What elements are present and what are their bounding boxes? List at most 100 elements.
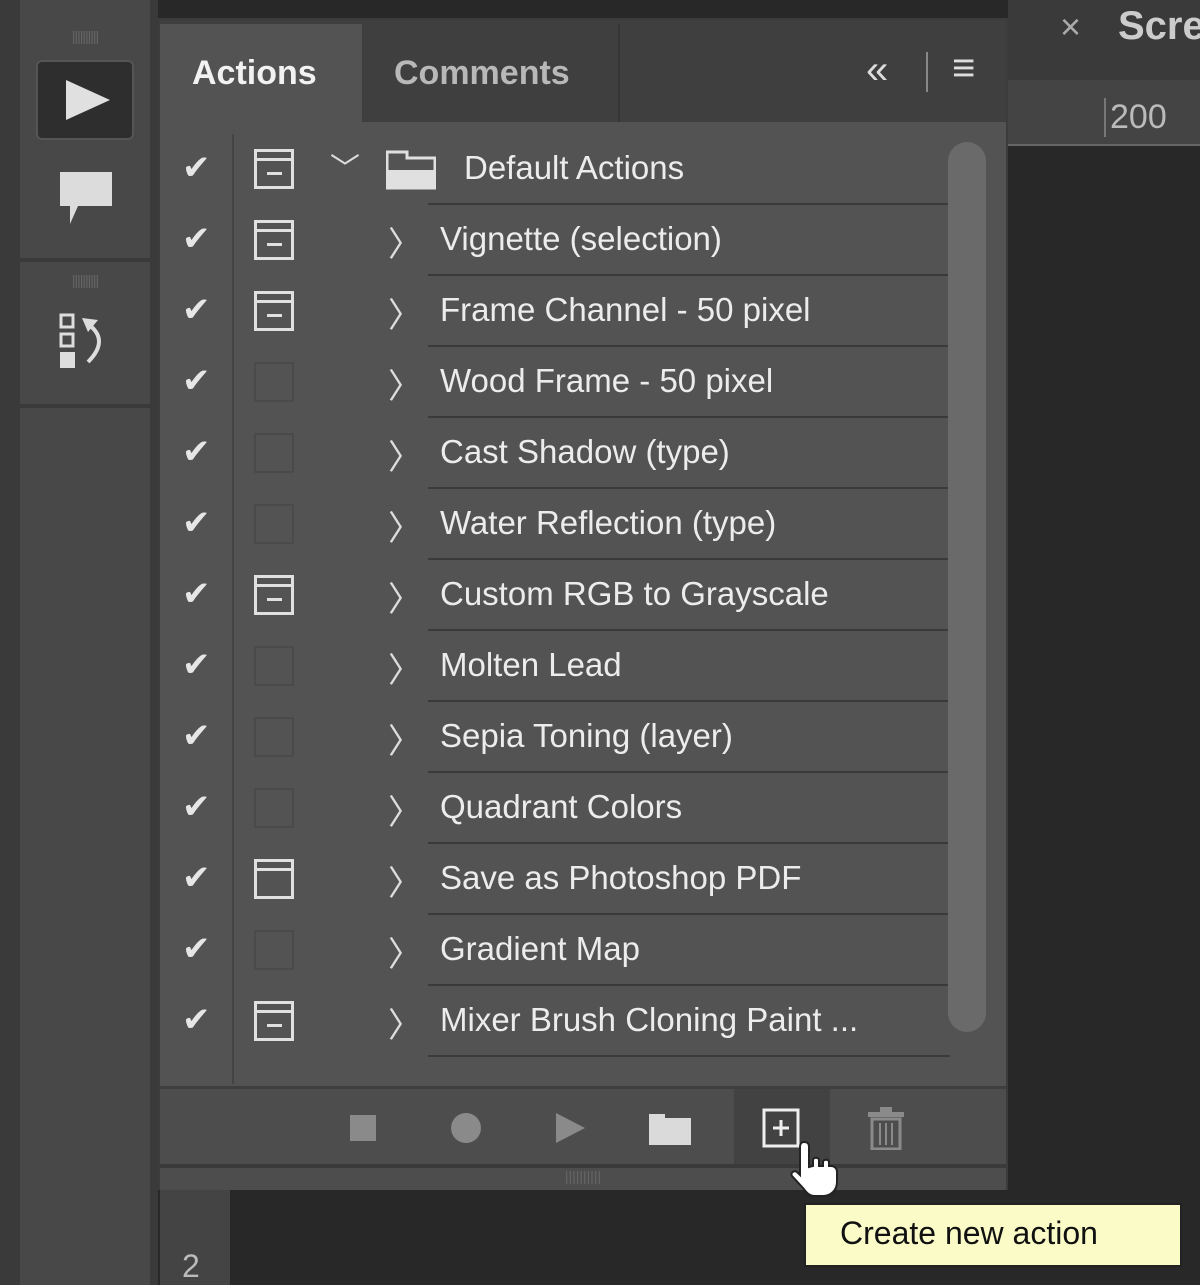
action-label: Quadrant Colors: [440, 788, 683, 825]
action-label: Save as Photoshop PDF: [440, 859, 802, 896]
chevron-right-icon[interactable]: 〉: [388, 501, 422, 550]
ruler-label: 200: [1104, 98, 1167, 137]
trash-icon: [868, 1107, 904, 1150]
grip-handle-icon[interactable]: ||||||||||: [20, 272, 150, 288]
toggle-checkmark-icon[interactable]: ✔: [182, 148, 211, 188]
history-icon[interactable]: [58, 310, 118, 376]
panel-menu-icon[interactable]: ≡: [952, 46, 975, 91]
hand-cursor-icon: [790, 1140, 838, 1197]
panel-tab-bar: Actions Comments « ≡: [160, 20, 1006, 122]
vertical-ruler: 2: [160, 1190, 230, 1285]
action-row[interactable]: ✔ 〉 Gradient Map: [160, 915, 950, 986]
dialog-toggle-icon[interactable]: [254, 433, 294, 473]
action-row[interactable]: ✔ 〉 Mixer Brush Cloning Paint ...: [160, 986, 950, 1057]
action-label: Wood Frame - 50 pixel: [440, 362, 774, 399]
action-label: Sepia Toning (layer): [440, 717, 733, 754]
folder-icon: [649, 1114, 691, 1145]
action-set-row[interactable]: ✔ ﹀ Default Actions: [160, 134, 950, 205]
dialog-toggle-icon[interactable]: [254, 788, 294, 828]
comment-icon[interactable]: [56, 168, 116, 228]
action-label: Custom RGB to Grayscale: [440, 575, 829, 612]
action-row[interactable]: ✔ 〉 Save as Photoshop PDF: [160, 844, 950, 915]
toggle-checkmark-icon[interactable]: ✔: [182, 361, 211, 401]
chevron-right-icon[interactable]: 〉: [388, 359, 422, 408]
toggle-checkmark-icon[interactable]: ✔: [182, 432, 211, 472]
toggle-checkmark-icon[interactable]: ✔: [182, 219, 211, 259]
dialog-toggle-icon[interactable]: [254, 149, 294, 189]
dialog-toggle-icon[interactable]: [254, 717, 294, 757]
action-label: Frame Channel - 50 pixel: [440, 291, 811, 328]
chevron-right-icon[interactable]: 〉: [388, 217, 422, 266]
action-row[interactable]: ✔ 〉 Quadrant Colors: [160, 773, 950, 844]
action-set-label: Default Actions: [464, 149, 685, 186]
chevron-right-icon[interactable]: 〉: [388, 714, 422, 763]
chevron-right-icon[interactable]: 〉: [388, 998, 422, 1047]
collapse-panel-icon[interactable]: «: [866, 48, 888, 93]
document-tab-bar: × Scre: [1008, 0, 1200, 80]
dialog-toggle-icon[interactable]: [254, 362, 294, 402]
action-label: Vignette (selection): [440, 220, 722, 257]
toggle-checkmark-icon[interactable]: ✔: [182, 1000, 211, 1040]
action-row[interactable]: ✔ 〉 Custom RGB to Grayscale: [160, 560, 950, 631]
play-icon: [66, 80, 110, 120]
chevron-right-icon[interactable]: 〉: [388, 785, 422, 834]
action-row[interactable]: ✔ 〉 Water Reflection (type): [160, 489, 950, 560]
tab-actions[interactable]: Actions: [160, 24, 362, 122]
toggle-checkmark-icon[interactable]: ✔: [182, 787, 211, 827]
delete-button[interactable]: [838, 1089, 934, 1167]
create-new-set-button[interactable]: [622, 1089, 718, 1167]
toggle-checkmark-icon[interactable]: ✔: [182, 716, 211, 756]
play-icon: [556, 1113, 585, 1143]
toggle-checkmark-icon[interactable]: ✔: [182, 929, 211, 969]
horizontal-ruler: 200: [1008, 80, 1200, 146]
dialog-toggle-icon[interactable]: [254, 575, 294, 615]
dialog-toggle-icon[interactable]: [254, 291, 294, 331]
play-selection-button[interactable]: [522, 1089, 618, 1167]
dialog-toggle-icon[interactable]: [254, 859, 294, 899]
toggle-checkmark-icon[interactable]: ✔: [182, 858, 211, 898]
toggle-checkmark-icon[interactable]: ✔: [182, 503, 211, 543]
chevron-right-icon[interactable]: 〉: [388, 430, 422, 479]
folder-icon: [386, 150, 436, 190]
document-tab-title[interactable]: Scre: [1118, 4, 1200, 49]
divider: [20, 404, 150, 408]
chevron-right-icon[interactable]: 〉: [388, 643, 422, 692]
stop-button[interactable]: [315, 1089, 411, 1167]
action-row[interactable]: ✔ 〉 Cast Shadow (type): [160, 418, 950, 489]
chevron-right-icon[interactable]: 〉: [388, 927, 422, 976]
close-tab-icon[interactable]: ×: [1060, 6, 1081, 48]
ruler-label: 2: [182, 1248, 200, 1284]
chevron-down-icon[interactable]: ﹀: [330, 144, 360, 188]
action-row[interactable]: ✔ 〉 Molten Lead: [160, 631, 950, 702]
chevron-right-icon[interactable]: 〉: [388, 288, 422, 337]
action-row[interactable]: ✔ 〉 Frame Channel - 50 pixel: [160, 276, 950, 347]
action-row[interactable]: ✔ 〉 Vignette (selection): [160, 205, 950, 276]
dialog-toggle-icon[interactable]: [254, 646, 294, 686]
dialog-toggle-icon[interactable]: [254, 930, 294, 970]
panel-dock: |||||||||| ||||||||||: [20, 0, 150, 1285]
toggle-checkmark-icon[interactable]: ✔: [182, 645, 211, 685]
actions-list: ✔ ﹀ Default Actions ✔ 〉 Vignette (selectio…: [160, 134, 1006, 1084]
panel-toolbar: [160, 1086, 1006, 1167]
grip-handle-icon[interactable]: ||||||||||: [20, 28, 150, 44]
scrollbar-thumb[interactable]: [948, 142, 986, 1032]
dialog-toggle-icon[interactable]: [254, 220, 294, 260]
action-label: Molten Lead: [440, 646, 622, 683]
action-row[interactable]: ✔ 〉 Sepia Toning (layer): [160, 702, 950, 773]
actions-panel-button[interactable]: [36, 60, 134, 140]
tab-comments[interactable]: Comments: [362, 24, 620, 122]
toggle-checkmark-icon[interactable]: ✔: [182, 290, 211, 330]
resize-grip[interactable]: ||||||||||: [160, 1164, 1006, 1190]
dialog-toggle-icon[interactable]: [254, 504, 294, 544]
chevron-right-icon[interactable]: 〉: [388, 856, 422, 905]
action-label: Gradient Map: [440, 930, 640, 967]
action-row[interactable]: ✔ 〉 Wood Frame - 50 pixel: [160, 347, 950, 418]
chevron-right-icon[interactable]: 〉: [388, 572, 422, 621]
toggle-checkmark-icon[interactable]: ✔: [182, 574, 211, 614]
actions-panel: Actions Comments « ≡ ✔ ﹀ Default Actions…: [158, 18, 1008, 1190]
action-label: Mixer Brush Cloning Paint ...: [440, 1001, 859, 1038]
divider: [926, 52, 928, 92]
stop-icon: [350, 1115, 376, 1141]
dialog-toggle-icon[interactable]: [254, 1001, 294, 1041]
record-button[interactable]: [418, 1089, 514, 1167]
